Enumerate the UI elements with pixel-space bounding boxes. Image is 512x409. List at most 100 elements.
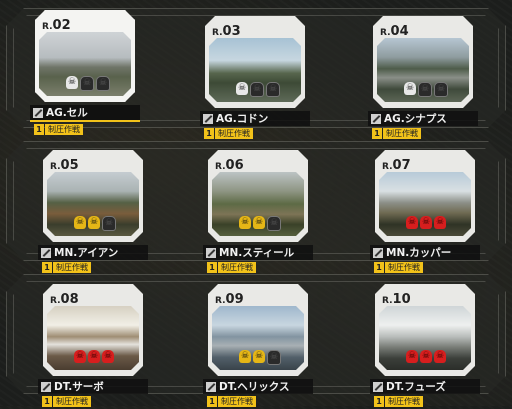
mode-badge: 1 制圧作戦 (42, 396, 91, 407)
skull-icon: ☠ (434, 216, 446, 229)
slash-tag-icon (33, 107, 43, 118)
skull-icon: ☠ (102, 216, 116, 231)
map-name-bar: MN.アイアン (38, 245, 148, 260)
mode-count: 1 (207, 262, 217, 273)
mode-badge: 1 制圧作戦 (207, 396, 256, 407)
map-name-bar: AG.コドン (200, 111, 310, 126)
skull-icon: ☠ (267, 350, 281, 365)
mode-count: 1 (374, 396, 384, 407)
skull-icon: ☠ (406, 350, 418, 363)
skull-icon: ☠ (74, 350, 86, 363)
mode-badge: 1 制圧作戦 (42, 262, 91, 273)
mode-label: 制圧作戦 (218, 262, 256, 273)
map-card[interactable]: R.05 ☠ ☠ ☠ MN.アイアン 1 制圧作戦 (38, 150, 148, 275)
map-round-number: R.10 (382, 292, 411, 307)
slash-tag-icon (41, 247, 51, 258)
difficulty-skulls: ☠ ☠ ☠ (74, 216, 116, 231)
mode-badge: 1 制圧作戦 (204, 128, 253, 139)
difficulty-skulls: ☠ ☠ ☠ (236, 82, 280, 97)
slash-tag-icon (371, 113, 381, 124)
mode-label: 制圧作戦 (53, 262, 91, 273)
skull-icon: ☠ (267, 216, 281, 231)
difficulty-skulls: ☠ ☠ ☠ (66, 76, 110, 91)
map-name: MN.アイアン (54, 247, 119, 259)
mode-count: 1 (204, 128, 214, 139)
mode-count: 1 (374, 262, 384, 273)
map-round-number: R.08 (50, 292, 79, 307)
map-name-bar: DT.ヘリックス (203, 379, 313, 394)
map-name: AG.セル (46, 107, 88, 119)
slash-tag-icon (373, 381, 383, 392)
map-card[interactable]: R.09 ☠ ☠ ☠ DT.ヘリックス 1 制圧作戦 (203, 284, 313, 409)
map-name-bar: AG.シナプス (368, 111, 478, 126)
slash-tag-icon (373, 247, 383, 258)
map-name: MN.スティール (219, 247, 295, 259)
map-card[interactable]: R.07 ☠ ☠ ☠ MN.カッパー 1 制圧作戦 (370, 150, 480, 275)
map-name-bar: DT.サーボ (38, 379, 148, 394)
map-card[interactable]: R.03 ☠ ☠ ☠ AG.コドン 1 制圧作戦 (200, 16, 310, 141)
difficulty-skulls: ☠ ☠ ☠ (406, 350, 446, 363)
mode-label: 制圧作戦 (53, 396, 91, 407)
map-name: AG.シナプス (384, 113, 447, 125)
skull-icon: ☠ (239, 350, 251, 363)
map-card[interactable]: R.10 ☠ ☠ ☠ DT.フューズ 1 制圧作戦 (370, 284, 480, 409)
mode-badge: 1 制圧作戦 (374, 396, 423, 407)
difficulty-skulls: ☠ ☠ ☠ (239, 350, 281, 365)
map-name: DT.ヘリックス (219, 381, 290, 393)
difficulty-skulls: ☠ ☠ ☠ (406, 216, 446, 229)
map-name: DT.フューズ (386, 381, 446, 393)
mode-count: 1 (207, 396, 217, 407)
difficulty-skulls: ☠ ☠ ☠ (74, 350, 114, 363)
map-name-bar: MN.スティール (203, 245, 313, 260)
skull-icon: ☠ (102, 350, 114, 363)
difficulty-skulls: ☠ ☠ ☠ (239, 216, 281, 231)
skull-icon: ☠ (420, 216, 432, 229)
mode-label: 制圧作戦 (385, 262, 423, 273)
map-card[interactable]: R.02 ☠ ☠ ☠ AG.セル 1 制圧作戦 (30, 10, 140, 135)
skull-icon: ☠ (88, 216, 100, 229)
map-card[interactable]: R.08 ☠ ☠ ☠ DT.サーボ 1 制圧作戦 (38, 284, 148, 409)
slash-tag-icon (203, 113, 213, 124)
skull-icon: ☠ (96, 76, 110, 91)
skull-icon: ☠ (74, 216, 86, 229)
map-name-bar: MN.カッパー (370, 245, 480, 260)
map-round-number: R.09 (215, 292, 244, 307)
mode-label: 制圧作戦 (218, 396, 256, 407)
slash-tag-icon (206, 381, 216, 392)
skull-icon: ☠ (253, 350, 265, 363)
mode-badge: 1 制圧作戦 (372, 128, 421, 139)
skull-icon: ☠ (418, 82, 432, 97)
map-round-number: R.02 (42, 18, 71, 33)
mode-label: 制圧作戦 (215, 128, 253, 139)
map-name-bar: AG.セル (30, 105, 140, 122)
skull-icon: ☠ (434, 82, 448, 97)
mode-label: 制圧作戦 (385, 396, 423, 407)
slash-tag-icon (41, 381, 51, 392)
map-round-number: R.07 (382, 158, 411, 173)
map-card[interactable]: R.04 ☠ ☠ ☠ AG.シナプス 1 制圧作戦 (368, 16, 478, 141)
mode-badge: 1 制圧作戦 (374, 262, 423, 273)
skull-icon: ☠ (406, 216, 418, 229)
mode-label: 制圧作戦 (45, 124, 83, 135)
skull-icon: ☠ (66, 76, 78, 89)
map-name: AG.コドン (216, 113, 269, 125)
mode-count: 1 (34, 124, 44, 135)
skull-icon: ☠ (80, 76, 94, 91)
skull-icon: ☠ (434, 350, 446, 363)
mode-count: 1 (42, 262, 52, 273)
mode-badge: 1 制圧作戦 (207, 262, 256, 273)
skull-icon: ☠ (236, 82, 248, 95)
mode-label: 制圧作戦 (383, 128, 421, 139)
skull-icon: ☠ (266, 82, 280, 97)
mode-count: 1 (372, 128, 382, 139)
map-name-bar: DT.フューズ (370, 379, 480, 394)
map-round-number: R.06 (215, 158, 244, 173)
difficulty-skulls: ☠ ☠ ☠ (404, 82, 448, 97)
map-round-number: R.05 (50, 158, 79, 173)
map-name: DT.サーボ (54, 381, 104, 393)
map-card[interactable]: R.06 ☠ ☠ ☠ MN.スティール 1 制圧作戦 (203, 150, 313, 275)
skull-icon: ☠ (420, 350, 432, 363)
mode-count: 1 (42, 396, 52, 407)
mode-badge: 1 制圧作戦 (34, 124, 83, 135)
skull-icon: ☠ (250, 82, 264, 97)
